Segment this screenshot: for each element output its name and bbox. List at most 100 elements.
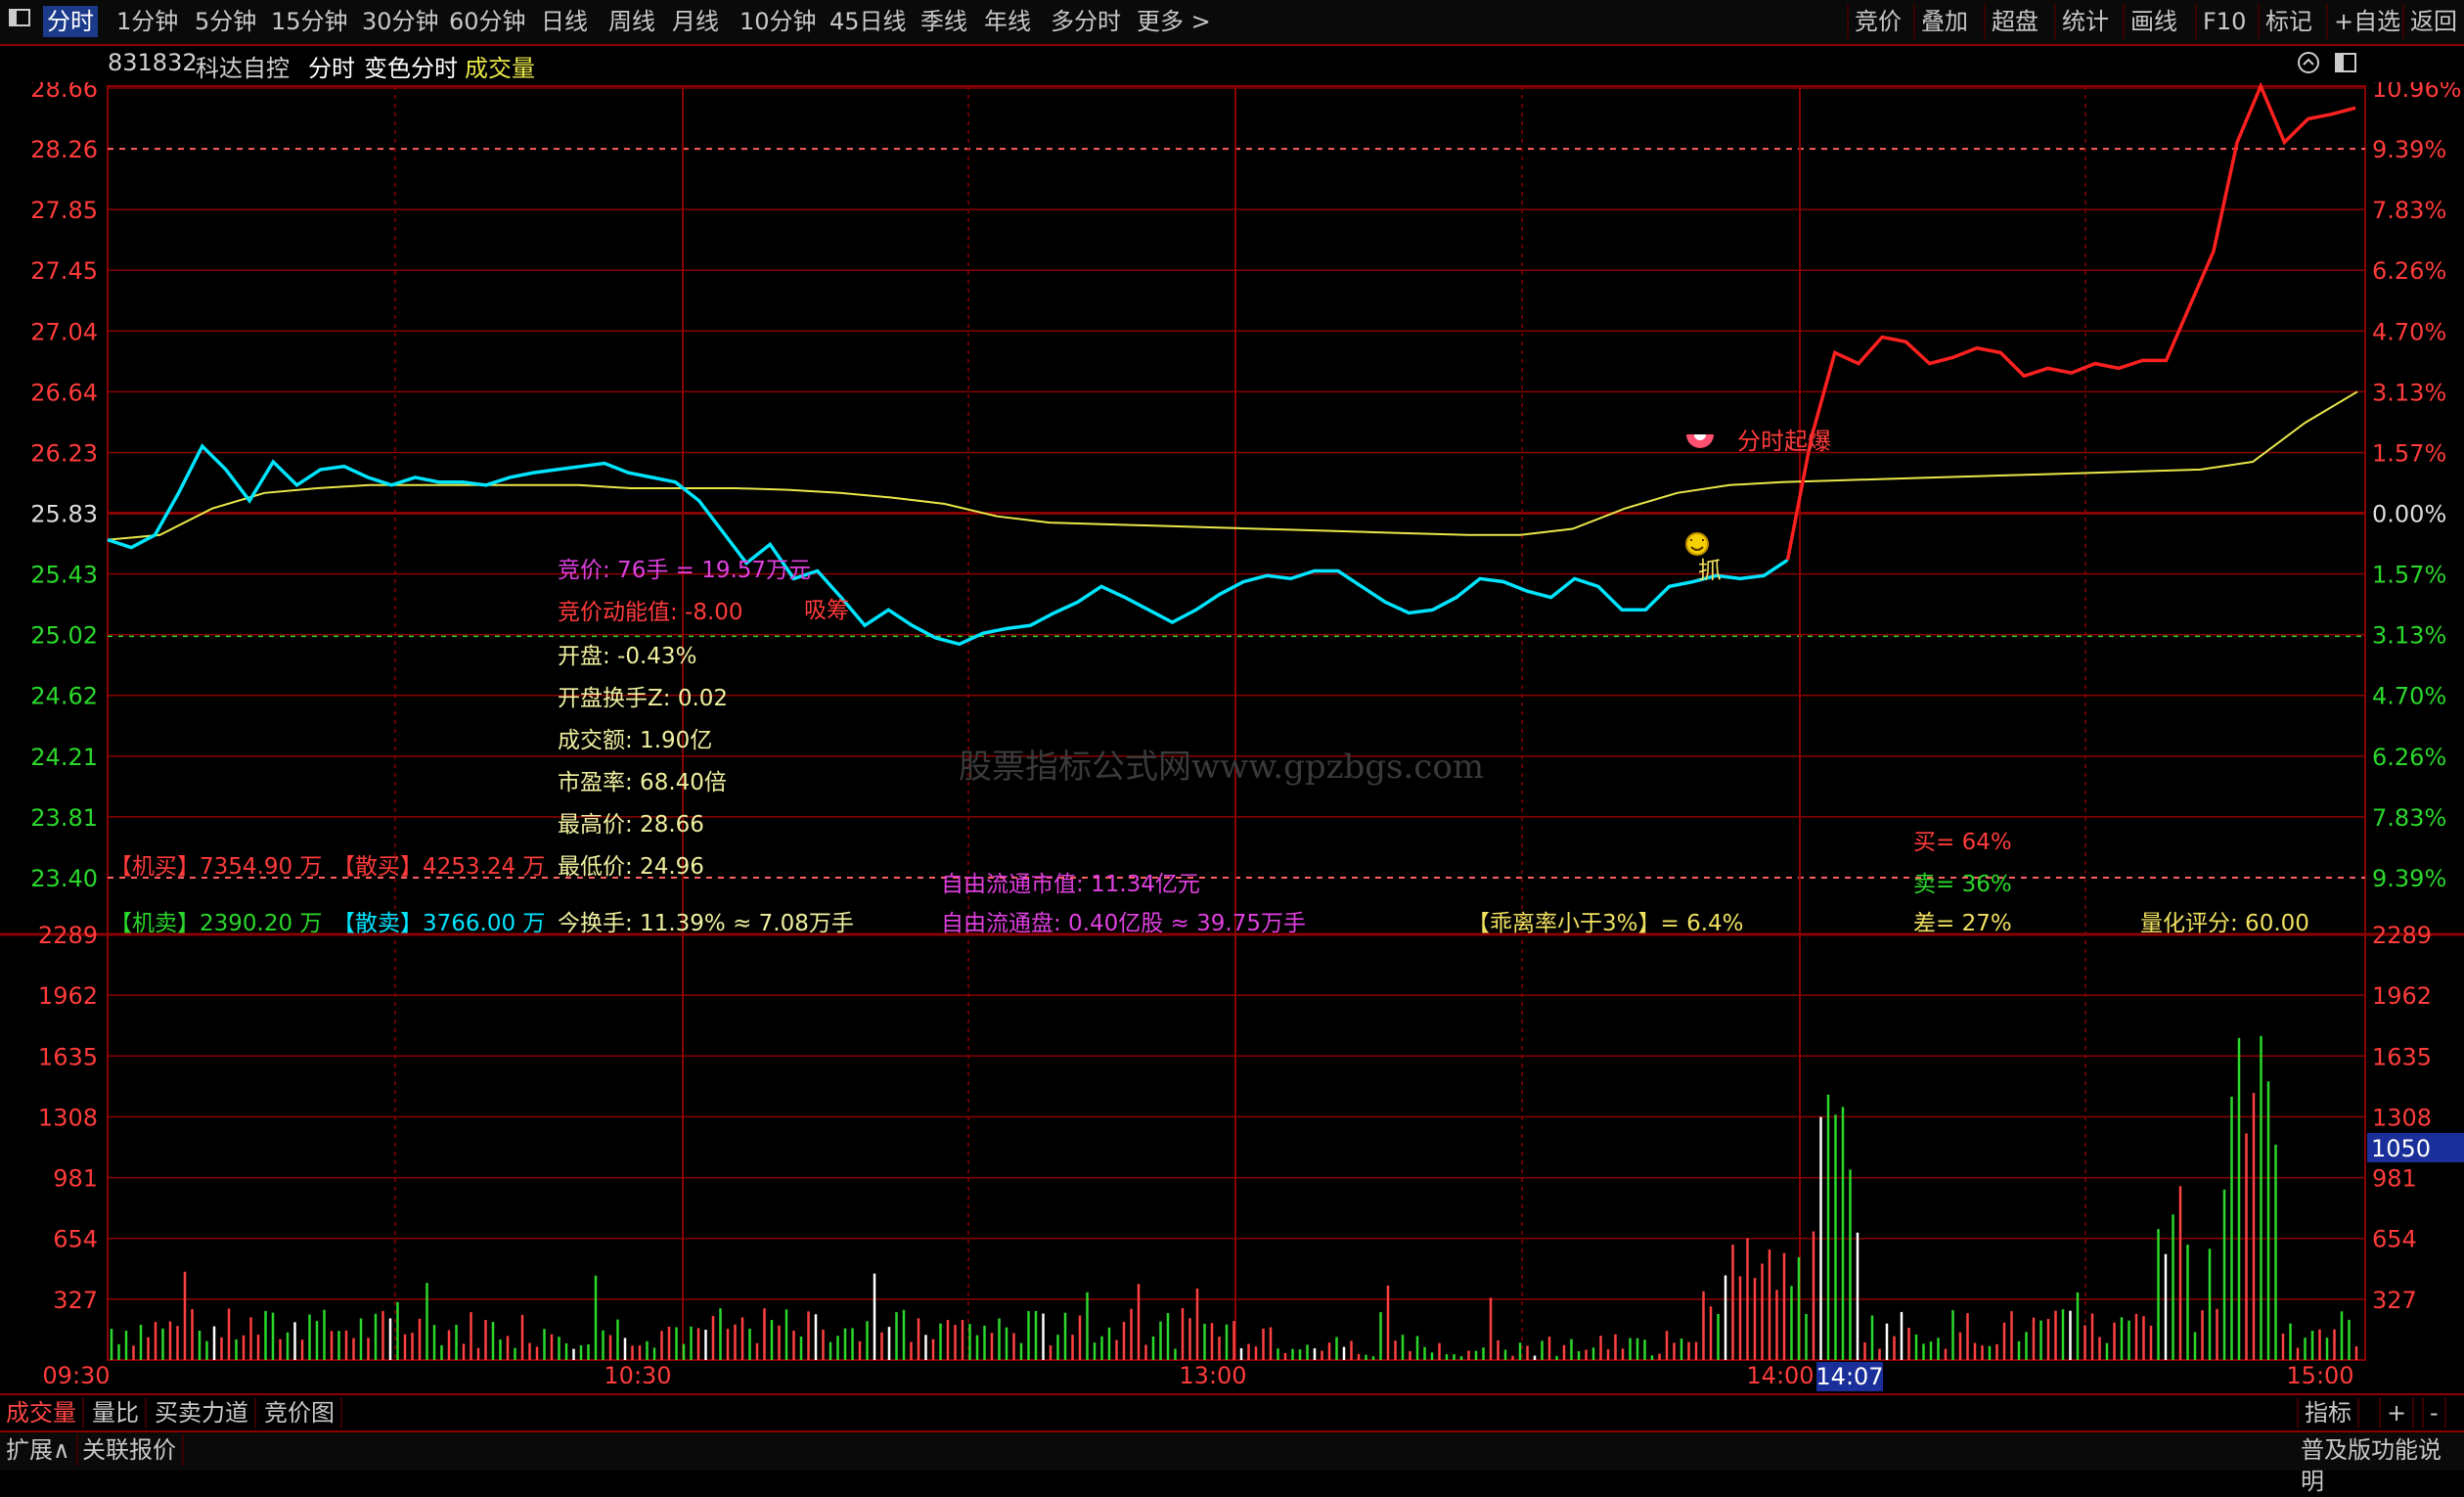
layout-icon[interactable] xyxy=(2334,51,2357,80)
help-link[interactable]: 普及版功能说明 xyxy=(2295,1434,2464,1495)
inst-buy-label: 【机买】7354.90 万 xyxy=(110,854,323,880)
toolbar-button[interactable]: +自选 xyxy=(2326,4,2406,39)
status-tab[interactable]: 关联报价 xyxy=(76,1434,184,1466)
time-tick-label: 09:30 xyxy=(42,1362,110,1389)
period-tab[interactable]: 10分钟 xyxy=(736,6,821,37)
period-tab[interactable]: 周线 xyxy=(605,6,659,37)
indicator-tab[interactable]: 成交量 xyxy=(0,1397,84,1429)
suck-label: 吸筹 xyxy=(804,598,849,623)
volume-tick-label: 981 xyxy=(53,1165,98,1193)
open-label: 开盘: -0.43% xyxy=(558,644,697,669)
high-label: 最高价: 28.66 xyxy=(558,812,704,838)
chart-mode: 分时 xyxy=(308,55,355,82)
volume-tick-label-right: 654 xyxy=(2372,1226,2417,1253)
period-tab[interactable]: 日线 xyxy=(537,6,592,37)
expand-icon[interactable] xyxy=(2297,51,2320,80)
pct-tick-label: 4.70% xyxy=(2372,683,2446,710)
pe-label: 市盈率: 68.40倍 xyxy=(558,770,727,795)
period-tab[interactable]: 季线 xyxy=(917,6,971,37)
volume-tick-label-right: 981 xyxy=(2372,1165,2417,1193)
pct-tick-label: 4.70% xyxy=(2372,318,2446,345)
sell-pct-label: 卖= 36% xyxy=(1913,872,2012,897)
indicator-tab[interactable]: 竞价图 xyxy=(258,1397,342,1429)
inst-sell-label: 【机卖】2390.20 万 xyxy=(110,911,323,936)
current-volume-label: 1050 xyxy=(2371,1135,2431,1162)
diff-pct-label: 差= 27% xyxy=(1913,911,2012,936)
toolbar-button[interactable]: F10 xyxy=(2195,4,2252,39)
axis-labels: 28.66 10.96% 28.26 9.39% 27.85 7.83% 27.45 6.26… xyxy=(30,82,2464,1391)
period-tab[interactable]: 多分时 xyxy=(1047,6,1125,37)
sidebar-toggle-icon-svg xyxy=(9,9,30,26)
bid-energy-label: 竞价动能值: -8.00 xyxy=(558,600,743,625)
surge-label: 分时起爆 xyxy=(1737,428,1831,455)
time-tick-label: 15:00 xyxy=(2286,1362,2353,1389)
time-tick-label: 10:30 xyxy=(604,1362,671,1389)
period-tab[interactable]: 1分钟 xyxy=(112,6,182,37)
toolbar-button[interactable]: 叠加 xyxy=(1913,4,1974,39)
price-line-red xyxy=(1785,82,2356,561)
period-tab[interactable]: 年线 xyxy=(980,6,1035,37)
period-tab[interactable]: 15分钟 xyxy=(267,6,352,37)
period-tab[interactable]: 更多 > xyxy=(1133,6,1215,37)
status-tab[interactable]: 扩展∧ xyxy=(0,1434,78,1466)
toolbar-button[interactable]: 统计 xyxy=(2054,4,2115,39)
indicator-control-button[interactable]: - xyxy=(2422,1397,2446,1429)
volume-tick-label: 2289 xyxy=(38,922,98,949)
period-toolbar: 分时 1分钟 5分钟 15分钟 30分钟 60分钟 日线 周线 月线 10分钟 45日线 季线 年线 多分… xyxy=(0,0,2464,46)
period-tab[interactable]: 45日线 xyxy=(826,6,911,37)
indicator-control-button[interactable]: + xyxy=(2379,1397,2415,1429)
period-tab[interactable]: 分时 xyxy=(43,6,98,37)
price-tick-label: 27.04 xyxy=(30,318,98,345)
free-float-label: 自由流通盘: 0.40亿股 ≈ 39.75万手 xyxy=(941,911,1307,936)
time-cursor-label: 14:07 xyxy=(1815,1363,1883,1390)
toolbar-button[interactable]: 超盘 xyxy=(1984,4,2044,39)
stock-info-bar: 831832 科达自控 分时 变色分时 成交量 xyxy=(0,45,2464,82)
price-tick-label: 26.64 xyxy=(30,379,98,406)
stock-code: 831832 xyxy=(108,49,198,76)
volume-tick-label-right: 1962 xyxy=(2372,982,2432,1010)
period-tab[interactable]: 5分钟 xyxy=(191,6,260,37)
pct-tick-label: 9.39% xyxy=(2372,865,2446,892)
indicator-name: 变色分时 xyxy=(364,55,458,82)
price-tick-label: 25.02 xyxy=(30,622,98,650)
volume-tick-label: 1962 xyxy=(38,982,98,1010)
pct-tick-label: 10.96% xyxy=(2372,82,2462,103)
expand-icon-svg xyxy=(2298,52,2319,73)
volume-tick-label: 1635 xyxy=(38,1043,98,1070)
time-tick-label: 14:00 xyxy=(1746,1362,1814,1389)
sidebar-toggle-icon[interactable] xyxy=(2,4,37,39)
retail-sell-label: 【散卖】3766.00 万 xyxy=(333,911,546,936)
bid-label: 竞价: 76手 = 19.57万元 xyxy=(558,558,812,583)
indicator-control-button[interactable]: 指标 xyxy=(2297,1397,2359,1429)
grab-label: 抓 xyxy=(1698,557,1722,584)
volume-tick-label-right: 327 xyxy=(2372,1287,2417,1314)
price-tick-label: 28.26 xyxy=(30,136,98,163)
period-tab[interactable]: 30分钟 xyxy=(358,6,443,37)
time-tick-label: 13:00 xyxy=(1179,1362,1246,1389)
price-tick-label: 27.85 xyxy=(30,197,98,224)
toolbar-button[interactable]: 画线 xyxy=(2123,4,2183,39)
volume-indicator-name[interactable]: 成交量 xyxy=(465,49,535,83)
pct-tick-label: 7.83% xyxy=(2372,197,2446,224)
average-price-line xyxy=(107,390,2358,541)
intraday-chart[interactable]: 28.66 10.96% 28.26 9.39% 27.85 7.83% 27.45 6.26… xyxy=(0,82,2464,1393)
indicator-tab[interactable]: 买卖力道 xyxy=(149,1397,256,1429)
period-tab[interactable]: 60分钟 xyxy=(445,6,530,37)
pct-tick-label: 1.57% xyxy=(2372,439,2446,467)
pct-tick-label: 6.26% xyxy=(2372,744,2446,771)
price-tick-label: 24.62 xyxy=(30,683,98,710)
indicator-tab[interactable]: 量比 xyxy=(86,1397,147,1429)
price-tick-label: 25.83 xyxy=(30,501,98,528)
period-tab[interactable]: 月线 xyxy=(668,6,723,37)
pct-tick-label: 3.13% xyxy=(2372,379,2446,406)
volume-bars xyxy=(110,1035,2358,1360)
toolbar-button[interactable]: 返回 xyxy=(2402,4,2463,39)
pct-tick-label: 1.57% xyxy=(2372,562,2446,589)
price-tick-label: 26.23 xyxy=(30,439,98,467)
pct-tick-label: 3.13% xyxy=(2372,622,2446,650)
score-label: 量化评分: 60.00 xyxy=(2140,911,2309,936)
toolbar-button[interactable]: 竞价 xyxy=(1847,4,1907,39)
low-label: 最低价: 24.96 xyxy=(558,854,704,880)
turnover-label: 今换手: 11.39% ≈ 7.08万手 xyxy=(558,911,854,936)
toolbar-button[interactable]: 标记 xyxy=(2258,4,2318,39)
